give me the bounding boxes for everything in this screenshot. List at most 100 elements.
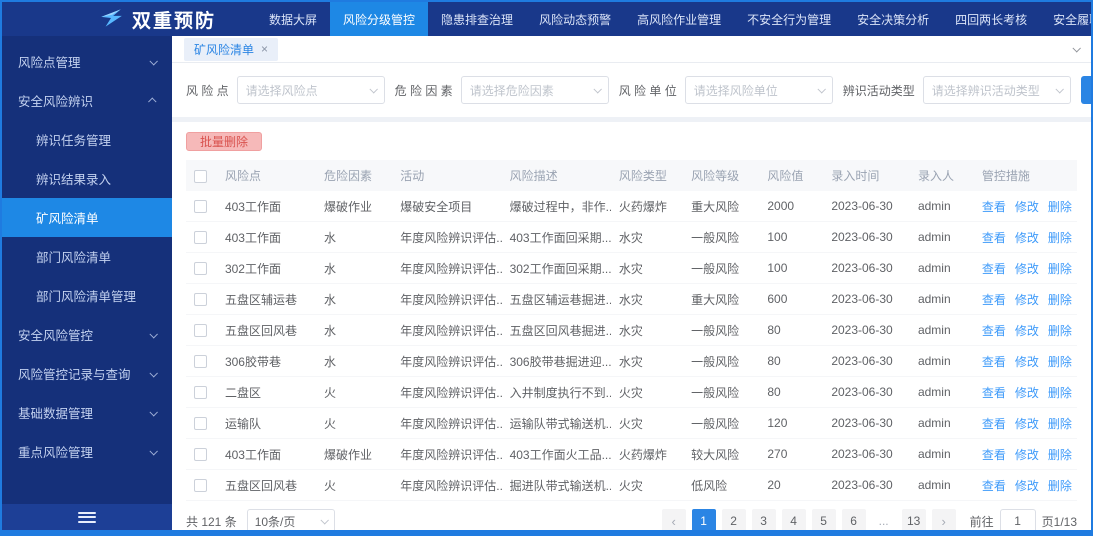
edit-link[interactable]: 修改 <box>1015 293 1039 307</box>
row-checkbox[interactable] <box>194 200 207 214</box>
col-risk-desc: 风险描述 <box>501 160 611 191</box>
sidebar-item-identify-task-mgmt[interactable]: 辨识任务管理 <box>2 120 172 159</box>
nav-item-unsafe-behavior[interactable]: 不安全行为管理 <box>734 2 844 36</box>
page-size-select[interactable]: 10条/页 <box>246 509 335 530</box>
view-link[interactable]: 查看 <box>982 386 1006 400</box>
page-button-1[interactable]: 1 <box>691 509 716 530</box>
edit-link[interactable]: 修改 <box>1015 200 1039 214</box>
delete-link[interactable]: 删除 <box>1048 324 1072 338</box>
row-checkbox[interactable] <box>194 479 207 493</box>
sidebar-item-risk-identification[interactable]: 安全风险辨识 <box>2 81 172 120</box>
delete-link[interactable]: 删除 <box>1048 231 1072 245</box>
delete-link[interactable]: 删除 <box>1048 293 1072 307</box>
risk-point-select[interactable]: 请选择风险点 <box>236 76 385 104</box>
risk-table: 风险点 危险因素 活动 风险描述 风险类型 风险等级 风险值 录入时间 录入人 … <box>186 160 1077 501</box>
view-link[interactable]: 查看 <box>982 262 1006 276</box>
page-ellipsis[interactable]: ... <box>872 509 896 530</box>
page-button-last[interactable]: 13 <box>901 509 926 530</box>
nav-item-risk-warning[interactable]: 风险动态预警 <box>526 2 624 36</box>
sidebar-item-risk-control[interactable]: 安全风险管控 <box>2 315 172 354</box>
view-link[interactable]: 查看 <box>982 479 1006 493</box>
nav-item-decision-analysis[interactable]: 安全决策分析 <box>844 2 942 36</box>
sidebar-collapse-button[interactable] <box>2 504 172 530</box>
table-row: 403工作面 爆破作业 年度风险辨识评估... 403工作面火工品... 火药爆… <box>186 438 1077 470</box>
edit-link[interactable]: 修改 <box>1015 479 1039 493</box>
sidebar-menu: 风险点管理 安全风险辨识 辨识任务管理 辨识结果录入 矿风险清单 部门风险清单 <box>2 36 172 504</box>
delete-link[interactable]: 删除 <box>1048 448 1072 462</box>
view-link[interactable]: 查看 <box>982 231 1006 245</box>
edit-link[interactable]: 修改 <box>1015 417 1039 431</box>
view-link[interactable]: 查看 <box>982 355 1006 369</box>
nav-item-duty-assessment[interactable]: 安全履职考核 <box>1040 2 1091 36</box>
delete-link[interactable]: 删除 <box>1048 262 1072 276</box>
sidebar-item-dept-risk-list-mgmt[interactable]: 部门风险清单管理 <box>2 276 172 315</box>
tab-mine-risk-list[interactable]: 矿风险清单 × <box>184 37 279 61</box>
delete-link[interactable]: 删除 <box>1048 386 1072 400</box>
next-page-button[interactable]: › <box>931 509 956 530</box>
sidebar-item-base-data-mgmt[interactable]: 基础数据管理 <box>2 393 172 432</box>
row-checkbox[interactable] <box>194 231 207 245</box>
chevron-down-icon <box>149 56 158 66</box>
sidebar-item-identify-result-entry[interactable]: 辨识结果录入 <box>2 159 172 198</box>
page-button-3[interactable]: 3 <box>751 509 776 530</box>
filter-bar: 风 险 点 请选择风险点 危 险 因 素 请选择危险因素 风 险 单 位 请选择… <box>172 63 1091 117</box>
edit-link[interactable]: 修改 <box>1015 231 1039 245</box>
chevron-down-icon <box>593 85 602 94</box>
delete-link[interactable]: 删除 <box>1048 417 1072 431</box>
view-link[interactable]: 查看 <box>982 293 1006 307</box>
sidebar-item-dept-risk-list[interactable]: 部门风险清单 <box>2 237 172 276</box>
table-row: 五盘区回风巷 水 年度风险辨识评估... 五盘区回风巷掘进... 水灾 一般风险… <box>186 314 1077 346</box>
edit-link[interactable]: 修改 <box>1015 324 1039 338</box>
nav-item-risk-grading[interactable]: 风险分级管控 <box>330 2 429 36</box>
delete-link[interactable]: 删除 <box>1048 200 1072 214</box>
row-checkbox[interactable] <box>194 293 207 307</box>
goto-page-input[interactable] <box>999 509 1036 530</box>
sidebar-item-key-risk-mgmt[interactable]: 重点风险管理 <box>2 432 172 471</box>
delete-link[interactable]: 删除 <box>1048 479 1072 493</box>
row-checkbox[interactable] <box>194 355 207 369</box>
page-button-5[interactable]: 5 <box>811 509 836 530</box>
edit-link[interactable]: 修改 <box>1015 355 1039 369</box>
delete-link[interactable]: 删除 <box>1048 355 1072 369</box>
col-activity: 活动 <box>392 160 502 191</box>
tab-options-chevron-icon[interactable] <box>1072 44 1081 53</box>
tab-close-icon[interactable]: × <box>261 43 268 55</box>
row-checkbox[interactable] <box>194 386 207 400</box>
page-button-2[interactable]: 2 <box>721 509 746 530</box>
hamburger-icon <box>78 509 96 525</box>
page-button-6[interactable]: 6 <box>841 509 866 530</box>
view-link[interactable]: 查看 <box>982 324 1006 338</box>
table-row: 二盘区 火 年度风险辨识评估... 入井制度执行不到... 火灾 一般风险 80… <box>186 376 1077 408</box>
view-link[interactable]: 查看 <box>982 417 1006 431</box>
nav-item-data-screen[interactable]: 数据大屏 <box>256 2 330 36</box>
nav-item-hazard-treatment[interactable]: 隐患排查治理 <box>428 2 526 36</box>
edit-link[interactable]: 修改 <box>1015 448 1039 462</box>
view-link[interactable]: 查看 <box>982 448 1006 462</box>
top-nav-menu: 数据大屏 风险分级管控 隐患排查治理 风险动态预警 高风险作业管理 不安全行为管… <box>256 2 1091 36</box>
edit-link[interactable]: 修改 <box>1015 386 1039 400</box>
nav-item-leader-assessment[interactable]: 四回两长考核 <box>942 2 1040 36</box>
sidebar-item-mine-risk-list[interactable]: 矿风险清单 <box>2 198 172 237</box>
select-all-checkbox[interactable] <box>194 169 207 183</box>
page-button-4[interactable]: 4 <box>781 509 806 530</box>
chevron-down-icon <box>817 85 826 94</box>
hazard-factor-select[interactable]: 请选择危险因素 <box>460 76 609 104</box>
edit-link[interactable]: 修改 <box>1015 262 1039 276</box>
view-link[interactable]: 查看 <box>982 200 1006 214</box>
sidebar-item-control-records[interactable]: 风险管控记录与查询 <box>2 354 172 393</box>
search-button[interactable]: 搜 索 <box>1080 76 1091 104</box>
chevron-down-icon <box>1055 85 1064 94</box>
risk-unit-select[interactable]: 请选择风险单位 <box>684 76 833 104</box>
nav-item-high-risk-ops[interactable]: 高风险作业管理 <box>624 2 734 36</box>
logo-icon <box>98 5 124 34</box>
row-checkbox[interactable] <box>194 448 207 462</box>
activity-type-select[interactable]: 请选择辨识活动类型 <box>922 76 1071 104</box>
row-checkbox[interactable] <box>194 324 207 338</box>
sidebar-item-risk-point-mgmt[interactable]: 风险点管理 <box>2 42 172 81</box>
col-hazard-factor: 危险因素 <box>315 160 393 191</box>
prev-page-button[interactable]: ‹ <box>661 509 686 530</box>
table-row: 403工作面 水 年度风险辨识评估... 403工作面回采期... 水灾 一般风… <box>186 221 1077 253</box>
batch-delete-button[interactable]: 批量删除 <box>186 132 263 151</box>
row-checkbox[interactable] <box>194 262 207 276</box>
row-checkbox[interactable] <box>194 417 207 431</box>
